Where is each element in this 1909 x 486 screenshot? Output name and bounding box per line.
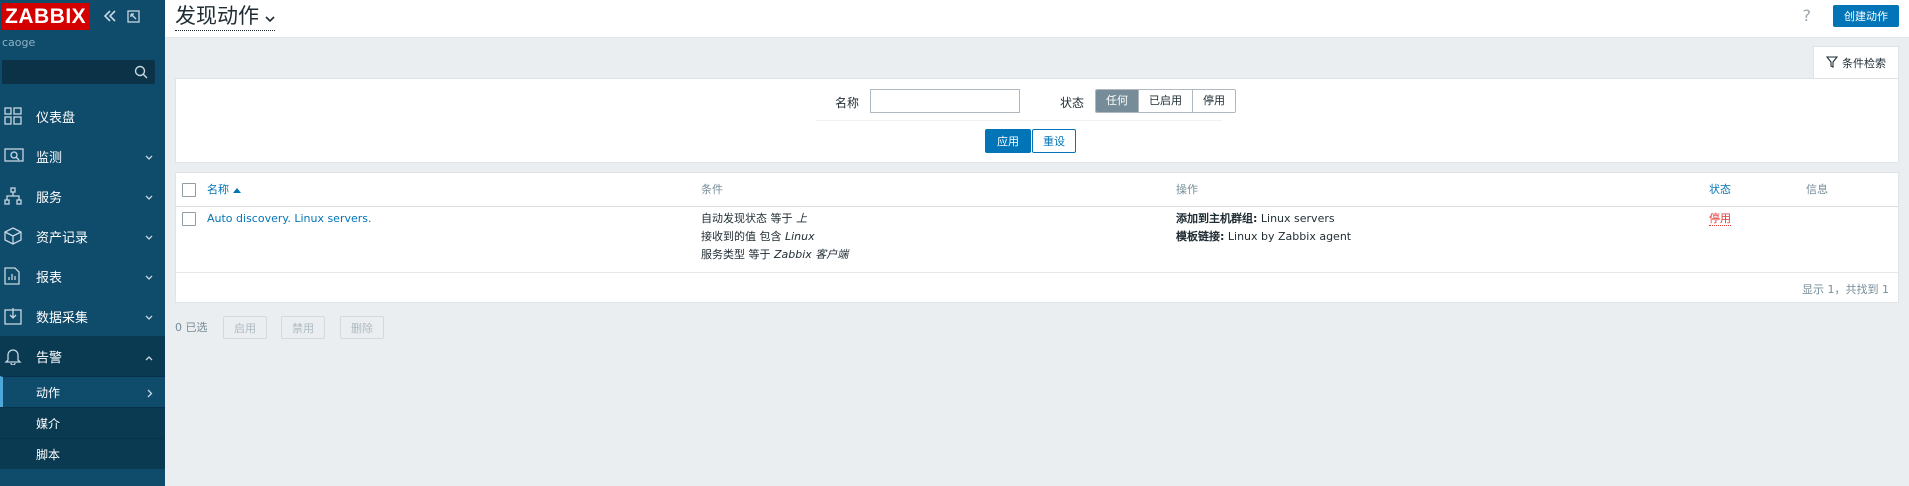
column-header-info: 信息 (1806, 183, 1828, 196)
status-option-enabled[interactable]: 已启用 (1139, 90, 1193, 112)
submenu-label: 媒介 (36, 416, 61, 431)
chevron-down-icon (145, 150, 153, 164)
sidebar: ZABBIX caoge 仪表盘 监测 服务 资产记录 报表 数据采集 告警 动… (0, 0, 165, 486)
mass-enable-button[interactable]: 启用 (223, 316, 267, 339)
nav-label: 资产记录 (36, 230, 89, 246)
filter-tab-label: 条件检索 (1842, 57, 1886, 70)
chevron-down-icon (145, 310, 153, 324)
status-option-any[interactable]: 任何 (1096, 90, 1139, 112)
help-icon[interactable]: ? (1803, 6, 1812, 25)
nav-label: 报表 (36, 270, 63, 286)
services-icon (0, 187, 36, 205)
chevron-right-icon (147, 387, 153, 401)
logo-row: ZABBIX (0, 0, 165, 32)
status-disabled-link[interactable]: 停用 (1709, 212, 1731, 226)
nav-reports[interactable]: 报表 (0, 256, 165, 296)
dashboard-icon (0, 107, 36, 125)
kiosk-mode-icon[interactable] (127, 9, 140, 23)
monitoring-icon (0, 147, 36, 165)
actions-table: 名称 条件 操作 状态 信息 Auto discovery. Linux ser… (175, 172, 1899, 303)
filter-divider (816, 120, 1222, 121)
mass-delete-button[interactable]: 删除 (340, 316, 384, 339)
nav-dashboard[interactable]: 仪表盘 (0, 96, 165, 136)
chevron-down-icon (265, 2, 275, 30)
submenu-item-scripts[interactable]: 脚本 (0, 438, 165, 469)
condition-line: 接收到的值 包含 Linux (701, 230, 815, 243)
column-header-status[interactable]: 状态 (1709, 173, 1731, 206)
sidebar-search (2, 60, 155, 84)
alerts-submenu: 动作 媒介 脚本 (0, 376, 165, 469)
action-status[interactable]: 停用 (1709, 210, 1731, 228)
submenu-label: 动作 (36, 385, 61, 400)
chevron-down-icon (145, 230, 153, 244)
filter-tab[interactable]: 条件检索 (1813, 46, 1899, 79)
filter-status-toggle: 任何 已启用 停用 (1095, 89, 1236, 113)
nav-label: 告警 (36, 350, 63, 366)
table-stats: 显示 1，共找到 1 (1802, 283, 1889, 296)
filter-status-label: 状态 (1060, 96, 1085, 110)
inventory-icon (0, 227, 36, 245)
row-checkbox[interactable] (182, 212, 196, 226)
page-header: 发现动作 ? 创建动作 (165, 0, 1909, 38)
column-header-conditions: 条件 (701, 183, 723, 196)
condition-line: 服务类型 等于 Zabbix 客户端 (701, 248, 849, 261)
nav-services[interactable]: 服务 (0, 176, 165, 216)
submenu-item-media[interactable]: 媒介 (0, 407, 165, 438)
nav-label: 仪表盘 (36, 110, 76, 126)
row-divider (176, 272, 1898, 273)
nav-alerts[interactable]: 告警 (0, 336, 165, 376)
chevron-down-icon (145, 190, 153, 204)
reports-icon (0, 267, 36, 285)
filter-panel: 名称 状态 任何 已启用 停用 应用 重设 (175, 78, 1899, 163)
nav-inventory[interactable]: 资产记录 (0, 216, 165, 256)
bell-icon (0, 347, 36, 365)
page-title[interactable]: 发现动作 (175, 2, 275, 31)
condition-line: 自动发现状态 等于 上 (701, 212, 807, 225)
action-conditions: 自动发现状态 等于 上 接收到的值 包含 Linux 服务类型 等于 Zabbi… (701, 210, 848, 264)
submenu-item-actions[interactable]: 动作 (0, 376, 165, 407)
selected-count: 0 已选 (175, 321, 208, 334)
column-header-name-label: 名称 (207, 183, 229, 196)
select-all-checkbox[interactable] (182, 183, 196, 197)
operation-line: 添加到主机群组: Linux servers (1176, 212, 1335, 225)
server-name: caoge (2, 36, 36, 49)
mass-disable-button[interactable]: 禁用 (281, 316, 325, 339)
sidebar-actions (103, 9, 140, 23)
sidebar-search-input[interactable] (3, 61, 123, 83)
collapse-sidebar-icon[interactable] (103, 10, 117, 22)
main-nav: 仪表盘 监测 服务 资产记录 报表 数据采集 告警 动作 媒介 脚本 (0, 96, 165, 469)
nav-monitoring[interactable]: 监测 (0, 136, 165, 176)
reset-button[interactable]: 重设 (1032, 129, 1076, 153)
filter-name-input[interactable] (870, 89, 1020, 113)
page-title-text: 发现动作 (175, 4, 259, 28)
zabbix-logo[interactable]: ZABBIX (2, 2, 90, 30)
header-divider (176, 206, 1898, 207)
action-name-link[interactable]: Auto discovery. Linux servers. (207, 210, 372, 228)
data-collection-icon (0, 307, 36, 325)
nav-label: 服务 (36, 190, 63, 206)
nav-label: 数据采集 (36, 310, 89, 326)
nav-data-collection[interactable]: 数据采集 (0, 296, 165, 336)
chevron-down-icon (145, 270, 153, 284)
search-icon[interactable] (134, 65, 148, 82)
action-operations: 添加到主机群组: Linux servers 模板链接: Linux by Za… (1176, 210, 1351, 246)
filter-icon (1825, 55, 1839, 71)
column-header-operations: 操作 (1176, 183, 1198, 196)
operation-line: 模板链接: Linux by Zabbix agent (1176, 230, 1352, 243)
create-action-button[interactable]: 创建动作 (1833, 5, 1899, 27)
nav-label: 监测 (36, 150, 63, 166)
submenu-label: 脚本 (36, 447, 61, 462)
column-header-name[interactable]: 名称 (207, 173, 241, 206)
status-option-disabled[interactable]: 停用 (1193, 90, 1235, 112)
apply-button[interactable]: 应用 (985, 129, 1031, 153)
chevron-up-icon (145, 350, 153, 364)
sort-asc-icon (232, 183, 241, 196)
filter-name-label: 名称 (835, 96, 860, 110)
